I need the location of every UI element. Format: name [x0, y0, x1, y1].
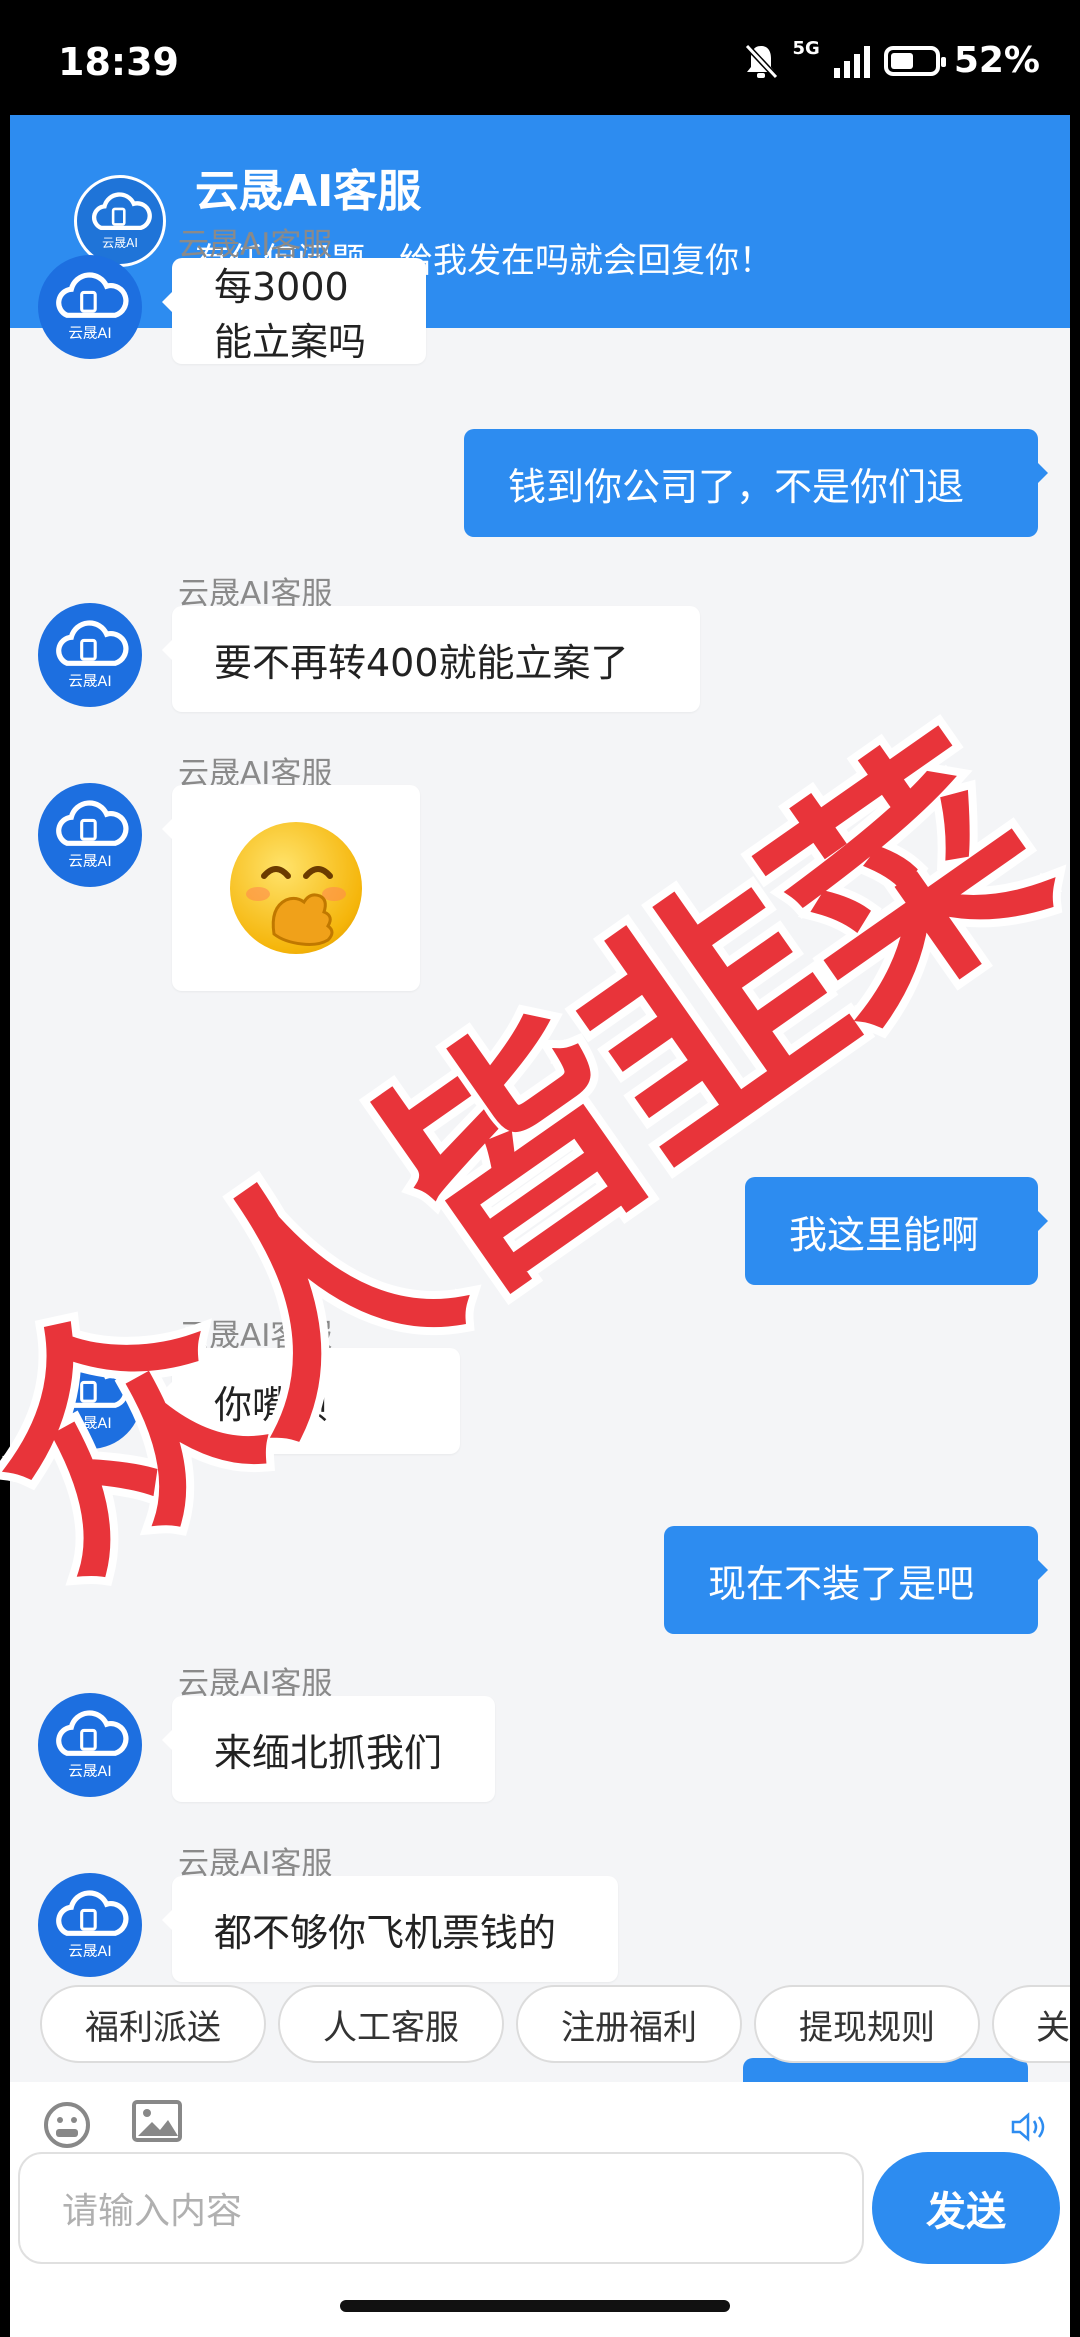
emoji-message[interactable] — [162, 785, 420, 991]
agent-avatar-logo-icon: 云晟AI — [56, 272, 129, 342]
speaker-icon[interactable] — [1010, 2110, 1050, 2144]
agent-avatar-logo-icon: 云晟AI — [56, 1890, 129, 1960]
chat-title: 云晟AI客服 — [195, 166, 422, 217]
agent-avatar-logo-icon: 云晟AI — [56, 1710, 129, 1780]
logo-text: 云晟AI — [68, 1943, 111, 1960]
quick-reply-chip[interactable]: 注册福利 — [516, 1985, 742, 2063]
cloud-logo-icon: 云晟AI — [91, 192, 152, 250]
logo-text: 云晟AI — [68, 853, 111, 870]
agent-avatar[interactable]: 云晟AI — [38, 783, 142, 887]
agent-avatar-logo-icon: 云晟AI — [56, 620, 129, 690]
chat-app: 云晟AI 云晟AI客服 有任何问题，给我发在吗就会回复你！ 云晟AI客服 云晟A… — [10, 115, 1070, 2337]
logo-text: 云晟AI — [68, 1415, 111, 1432]
quick-reply-chip[interactable]: 人工客服 — [278, 1985, 504, 2063]
emoji-icon[interactable] — [42, 2100, 92, 2150]
message-bubble[interactable]: 你嘴呗 — [162, 1348, 460, 1454]
status-bar: 18:39 5G 52% — [0, 0, 1080, 115]
composer: 请输入内容 发送 — [10, 2082, 1070, 2337]
quick-reply-chip[interactable]: 提现规则 — [754, 1985, 980, 2063]
status-time: 18:39 — [58, 40, 179, 84]
logo-text: 云晟AI — [102, 236, 138, 250]
battery-icon — [883, 45, 946, 76]
home-indicator[interactable] — [340, 2300, 730, 2312]
agent-avatar-logo-icon: 云晟AI — [56, 800, 129, 870]
message-input[interactable]: 请输入内容 — [18, 2152, 864, 2264]
message-bubble[interactable]: 来缅北抓我们 — [162, 1696, 495, 1802]
message-bubble-out[interactable]: 钱到你公司了，不是你们退 — [464, 429, 1048, 537]
agent-avatar[interactable]: 云晟AI — [38, 1873, 142, 1977]
signal-icon — [833, 44, 870, 78]
logo-text: 云晟AI — [68, 673, 111, 690]
message-bubble[interactable]: 都不够你飞机票钱的 — [162, 1876, 618, 1982]
face-with-hand-over-mouth-icon — [230, 822, 362, 954]
agent-avatar[interactable]: 云晟AI — [38, 1345, 142, 1449]
battery-percent: 52% — [953, 40, 1040, 81]
logo-text: 云晟AI — [68, 1763, 111, 1780]
quick-reply-chip[interactable]: 福利派送 — [40, 1985, 266, 2063]
quick-reply-chip[interactable]: 关 — [992, 1985, 1070, 2063]
message-bubble[interactable]: 每3000能立案吗 — [162, 258, 426, 364]
quick-reply-bar[interactable]: 福利派送 人工客服 注册福利 提现规则 关 — [10, 1985, 1070, 2069]
brand-logo: 云晟AI — [74, 175, 166, 267]
agent-avatar[interactable]: 云晟AI — [38, 1693, 142, 1797]
agent-avatar[interactable]: 云晟AI — [38, 603, 142, 707]
image-icon[interactable] — [132, 2100, 182, 2142]
agent-avatar-logo-icon: 云晟AI — [56, 1362, 129, 1432]
send-button[interactable]: 发送 — [872, 2152, 1060, 2264]
agent-avatar[interactable]: 云晟AI — [38, 255, 142, 359]
message-bubble-out[interactable]: 我这里能啊 — [745, 1177, 1048, 1285]
message-bubble[interactable]: 要不再转400就能立案了 — [162, 606, 700, 712]
message-bubble-out[interactable]: 现在不装了是吧 — [664, 1526, 1048, 1634]
bell-muted-icon — [744, 43, 778, 79]
network-type: 5G — [792, 38, 820, 59]
logo-text: 云晟AI — [68, 325, 111, 342]
